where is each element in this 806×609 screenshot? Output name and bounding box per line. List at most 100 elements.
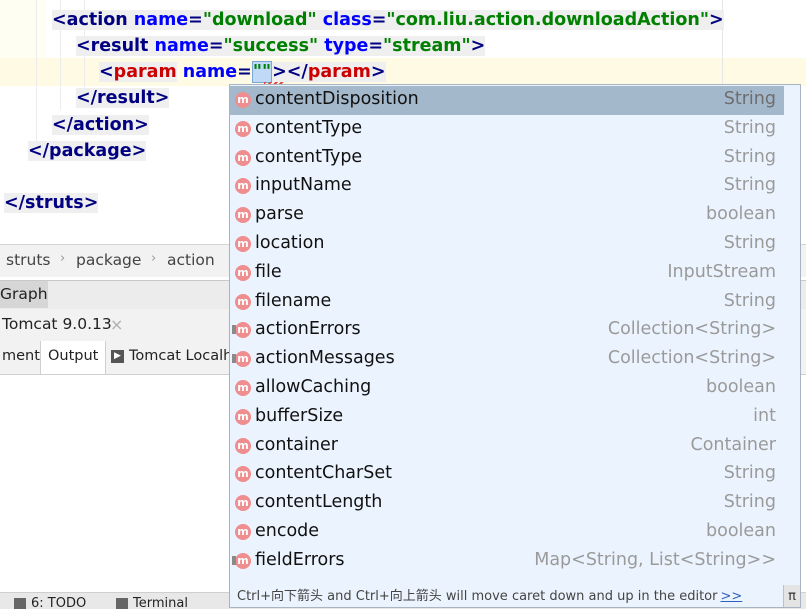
completion-item[interactable]: mbufferSizeint xyxy=(230,403,784,432)
completion-item-name: filename xyxy=(255,291,331,311)
tag-token: </result> xyxy=(76,88,169,108)
tab-graph[interactable]: Graph xyxy=(0,281,48,308)
completion-item[interactable]: mfilenameString xyxy=(230,288,784,317)
tab-tomcat-log[interactable]: ▶ Tomcat Localh xyxy=(111,341,232,374)
pi-icon[interactable]: π xyxy=(783,585,800,608)
completion-item[interactable]: mactionMessagesCollection<String> xyxy=(230,345,784,374)
caret-value[interactable]: "" xyxy=(252,61,272,83)
completion-item-name: bufferSize xyxy=(255,406,343,426)
tag-token: <result xyxy=(76,36,148,56)
completion-item[interactable]: mcontentLengthString xyxy=(230,489,784,518)
tab-tomcat-log-label: Tomcat Localh xyxy=(129,348,232,364)
method-icon: m xyxy=(235,236,251,252)
quote-open: " xyxy=(253,62,262,82)
chevron-right-icon: › xyxy=(151,251,156,266)
method-icon: m xyxy=(235,92,251,108)
completion-item-name: encode xyxy=(255,521,319,541)
completion-item[interactable]: mcontainerContainer xyxy=(230,432,784,461)
tab-tomcat[interactable]: Tomcat 9.0.13 xyxy=(2,315,112,333)
completion-item-type: Container xyxy=(690,435,776,455)
popup-scrollbar[interactable] xyxy=(786,85,800,585)
code-line-result[interactable]: <result name="success" type="stream"> xyxy=(76,34,485,58)
tab-deployment[interactable]: ment xyxy=(2,341,40,374)
completion-item[interactable]: mfieldErrorsMap<String, List<String>> xyxy=(230,547,784,576)
value-token: "stream" xyxy=(383,36,471,56)
completion-popup[interactable]: mcontentDispositionStringmcontentTypeStr… xyxy=(229,84,801,608)
completion-item[interactable]: mactionErrorsCollection<String> xyxy=(230,316,784,345)
completion-item-type: boolean xyxy=(706,204,776,224)
completion-item-type: boolean xyxy=(706,377,776,397)
completion-item-type: String xyxy=(724,118,776,138)
completion-item-name: file xyxy=(255,262,282,282)
footer-hint: Ctrl+向下箭头 and Ctrl+向上箭头 will move caret … xyxy=(237,589,717,604)
completion-item[interactable]: minputNameString xyxy=(230,172,784,201)
code-line-package-close[interactable]: </package> xyxy=(28,139,146,163)
method-icon: m xyxy=(235,294,251,310)
completion-item[interactable]: mencode boolean xyxy=(230,518,784,547)
method-icon: m xyxy=(235,466,251,482)
completion-item[interactable]: mcontentTypeString xyxy=(230,144,784,173)
completion-item-name: contentLength xyxy=(255,492,382,512)
method-icon: m xyxy=(235,178,251,194)
terminal-icon xyxy=(116,598,128,609)
code-line-param[interactable]: <param name=""></param> xyxy=(99,60,386,84)
eq-token: = xyxy=(372,10,387,30)
completion-item[interactable]: mfileInputStream xyxy=(230,259,784,288)
value-token: "success" xyxy=(224,36,319,56)
quote-close: " xyxy=(262,62,271,82)
close-icon[interactable]: × xyxy=(110,315,123,334)
footer-more-link[interactable]: >> xyxy=(720,589,742,604)
unknown-tag-token: param xyxy=(114,62,177,82)
todo-button[interactable]: 6: TODO xyxy=(14,596,86,609)
method-icon: m xyxy=(235,121,251,137)
todo-icon xyxy=(14,598,26,609)
eq-token: = xyxy=(237,62,252,82)
completion-item[interactable]: mparseboolean xyxy=(230,201,784,230)
completion-item[interactable]: mcontentDispositionString xyxy=(230,86,784,115)
completion-item-name: container xyxy=(255,435,338,455)
completion-item[interactable]: mcontentCharSetString xyxy=(230,460,784,489)
unknown-tag-token: param xyxy=(308,62,371,82)
completion-item-name: contentType xyxy=(255,118,362,138)
chevron-right-icon: › xyxy=(60,251,65,266)
code-line-action[interactable]: <action name="download" class="com.liu.a… xyxy=(52,8,724,32)
completion-item-name: contentType xyxy=(255,147,362,167)
completion-item-type: String xyxy=(724,233,776,253)
completion-item-type: String xyxy=(724,175,776,195)
indent-guide xyxy=(36,0,37,160)
code-line-result-close[interactable]: </result> xyxy=(76,86,169,110)
tag-token: <action xyxy=(52,10,128,30)
method-icon: m xyxy=(235,495,251,511)
tab-output[interactable]: Output xyxy=(40,341,106,374)
method-icon: m xyxy=(235,265,251,281)
attr-token: name xyxy=(183,62,237,82)
breadcrumb-package[interactable]: package xyxy=(76,251,141,269)
completion-item-name: allowCaching xyxy=(255,377,371,397)
completion-item-name: actionErrors xyxy=(255,319,361,339)
attr-token: type xyxy=(324,36,368,56)
method-icon: m xyxy=(235,322,251,338)
tag-token: < xyxy=(99,62,114,82)
completion-item[interactable]: mlocation String xyxy=(230,230,784,259)
completion-item[interactable]: mcontentType String xyxy=(230,115,784,144)
tomcat-log-icon: ▶ xyxy=(111,350,124,363)
attr-token: name xyxy=(155,36,209,56)
completion-item-name: location xyxy=(255,233,324,253)
method-icon: m xyxy=(235,553,251,569)
completion-item-type: boolean xyxy=(706,521,776,541)
completion-item-type: String xyxy=(724,89,776,109)
gutter-highlight xyxy=(0,0,46,58)
method-icon: m xyxy=(235,524,251,540)
completion-item[interactable]: mallowCachingboolean xyxy=(230,374,784,403)
value-token: "download" xyxy=(203,10,317,30)
todo-label: 6: TODO xyxy=(31,596,86,609)
completion-item-type: Map<String, List<String>> xyxy=(534,550,776,570)
gt-token: > xyxy=(471,36,486,56)
terminal-button[interactable]: Terminal xyxy=(116,596,188,609)
breadcrumb-action[interactable]: action xyxy=(167,251,215,269)
breadcrumb-struts[interactable]: struts xyxy=(6,251,51,269)
completion-item-type: String xyxy=(724,463,776,483)
gt-token: > xyxy=(272,62,287,82)
code-line-action-close[interactable]: </action> xyxy=(52,113,149,137)
code-line-struts-close[interactable]: </struts> xyxy=(4,191,98,215)
